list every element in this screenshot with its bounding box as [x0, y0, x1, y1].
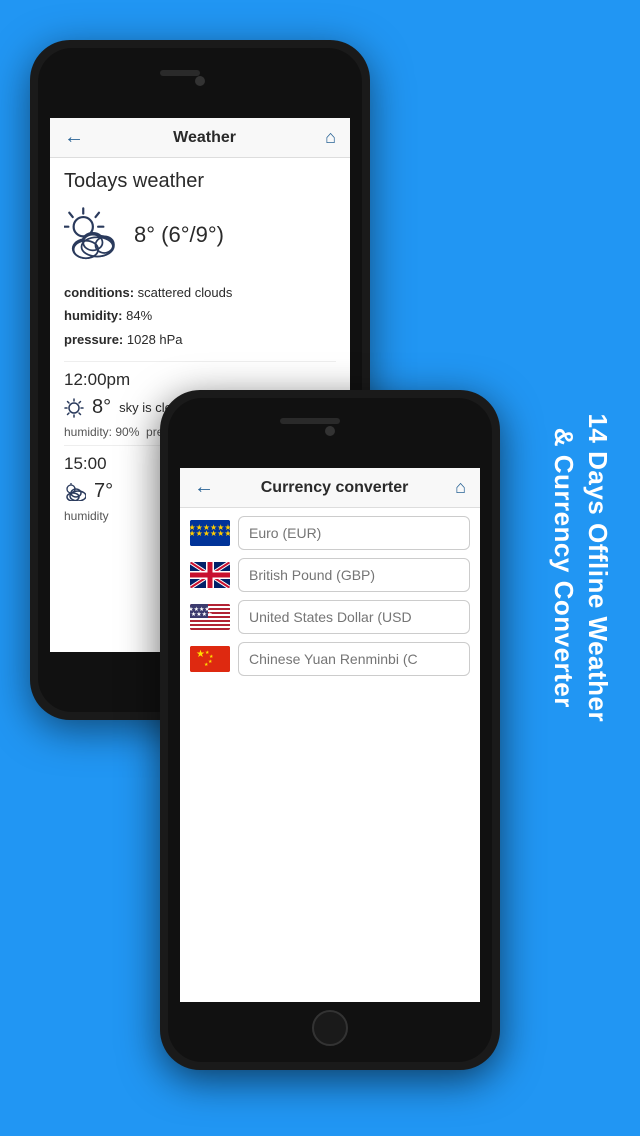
cny-input[interactable] [238, 642, 470, 676]
gbp-input[interactable] [238, 558, 470, 592]
conditions-value: scattered clouds [138, 285, 233, 300]
eur-input[interactable] [238, 516, 470, 550]
weather-icon-row: 8° (6°/9°) [64, 205, 336, 265]
currency-home-button[interactable]: ⌂ [455, 477, 466, 498]
svg-text:★★★★★★: ★★★★★★ [190, 523, 230, 532]
temperature-display: 8° (6°/9°) [134, 222, 224, 248]
currency-row-eur: ★★★★★★ ★★★★★★ [190, 516, 470, 550]
forecast-noon-temp: 8° [92, 396, 111, 419]
side-text: 14 Days Offline Weather & Currency Conve… [546, 414, 614, 723]
flag-eu: ★★★★★★ ★★★★★★ [190, 520, 230, 546]
pressure-value: 1028 hPa [127, 332, 183, 347]
small-cloud-icon [64, 483, 86, 501]
back-camera [195, 76, 205, 86]
humidity-value: 84% [126, 308, 152, 323]
weather-back-button[interactable]: ← [64, 126, 84, 149]
svg-text:★: ★ [208, 659, 213, 665]
front-home-button[interactable] [312, 1010, 348, 1046]
usd-input[interactable] [238, 600, 470, 634]
phone-front: ← Currency converter ⌂ ★★★★★★ ★★★★★★ [160, 390, 500, 1070]
weather-home-button[interactable]: ⌂ [325, 127, 336, 148]
currency-row-gbp [190, 558, 470, 592]
flag-us: ★★★★★ ★★★★ [190, 604, 230, 630]
weather-nav-title: Weather [84, 129, 325, 147]
front-camera [325, 426, 335, 436]
flag-cn: ★ ★ ★ ★ ★ [190, 646, 230, 672]
weather-nav-bar: ← Weather ⌂ [50, 118, 350, 158]
back-speaker [160, 70, 200, 76]
currency-list: ★★★★★★ ★★★★★★ [180, 508, 480, 684]
weather-details: conditions: scattered clouds humidity: 8… [64, 281, 336, 351]
currency-screen: ← Currency converter ⌂ ★★★★★★ ★★★★★★ [180, 468, 480, 1002]
conditions-label: conditions: [64, 285, 134, 300]
forecast-noon-time: 12:00pm [64, 370, 336, 390]
svg-text:★: ★ [204, 662, 209, 668]
flag-uk [190, 562, 230, 588]
svg-text:★★★★: ★★★★ [190, 606, 210, 613]
forecast-afternoon-temp: 7° [94, 480, 113, 503]
currency-row-cny: ★ ★ ★ ★ ★ [190, 642, 470, 676]
small-sun-icon [64, 398, 84, 418]
sun-cloud-icon [64, 205, 134, 265]
currency-nav-bar: ← Currency converter ⌂ [180, 468, 480, 508]
svg-text:★: ★ [196, 649, 205, 660]
currency-nav-title: Currency converter [214, 479, 455, 497]
currency-row-usd: ★★★★★ ★★★★ [190, 600, 470, 634]
pressure-label: pressure: [64, 332, 123, 347]
side-text-container: 14 Days Offline Weather & Currency Conve… [530, 0, 630, 1136]
currency-back-button[interactable]: ← [194, 476, 214, 499]
humidity-label: humidity: [64, 308, 123, 323]
front-speaker [280, 418, 340, 424]
today-weather-title: Todays weather [64, 170, 336, 193]
